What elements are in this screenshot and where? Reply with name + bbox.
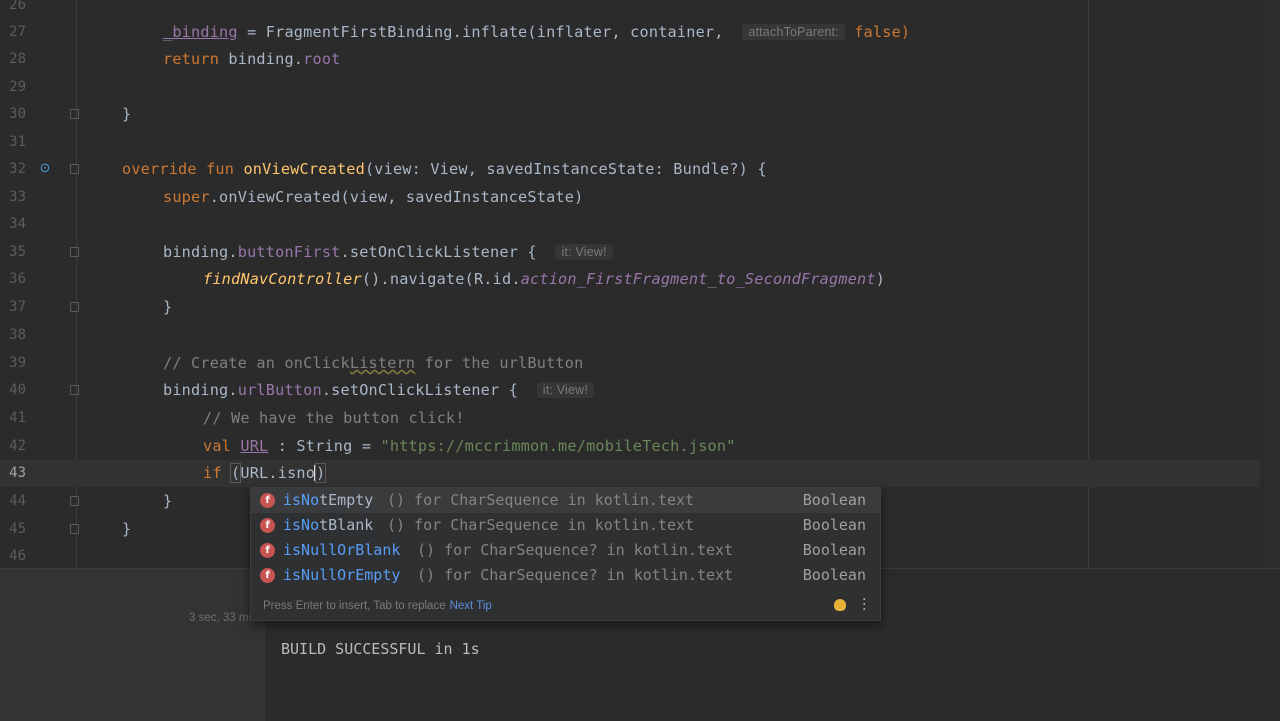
code-line[interactable]: 32 ⊙ override fun onViewCreated(view: Vi… [0, 156, 1260, 183]
code-line[interactable]: 39 // Create an onClickListern for the u… [0, 350, 1260, 377]
build-duration: 3 sec, 33 ms [189, 612, 255, 624]
code-line[interactable]: 29 [0, 74, 1260, 101]
fold-marker[interactable] [70, 385, 79, 395]
code-line[interactable]: 38 [0, 322, 1260, 349]
completion-type: Boolean [802, 541, 866, 559]
code-line[interactable]: 31 [0, 129, 1260, 156]
completion-item-isnullorempty[interactable]: f isNullOrEmpty () for CharSequence? in … [251, 563, 880, 588]
build-status-text: BUILD SUCCESSFUL in 1s [281, 640, 480, 658]
code-line[interactable]: 33 super.onViewCreated(view, savedInstan… [0, 184, 1260, 211]
override-method-icon[interactable]: ⊙ [38, 162, 52, 176]
completion-signature: () for CharSequence? in kotlin.text [417, 566, 734, 584]
function-icon: f [260, 493, 275, 508]
code-line[interactable]: 41 // We have the button click! [0, 405, 1260, 432]
fold-marker[interactable] [70, 164, 79, 174]
completion-signature: () for CharSequence in kotlin.text [387, 491, 695, 509]
completion-signature: () for CharSequence in kotlin.text [387, 516, 695, 534]
line-number: 42 [9, 438, 26, 454]
code-text[interactable]: super.onViewCreated(view, savedInstanceS… [163, 188, 583, 206]
code-comment[interactable]: // We have the button click! [203, 409, 465, 427]
next-tip-link[interactable]: Next Tip [450, 600, 492, 612]
code-text[interactable]: } [122, 520, 131, 538]
line-number: 29 [9, 79, 26, 95]
code-line[interactable]: 34 [0, 211, 1260, 238]
line-number: 37 [9, 299, 26, 315]
code-line[interactable]: 36 findNavController().navigate(R.id.act… [0, 266, 1260, 293]
code-text[interactable]: } [122, 105, 131, 123]
code-text[interactable]: _binding = FragmentFirstBinding.inflate(… [163, 23, 910, 41]
line-number: 41 [9, 410, 26, 426]
code-completion-popup[interactable]: f isNotEmpty () for CharSequence in kotl… [250, 487, 881, 621]
code-line[interactable]: 37 } [0, 294, 1260, 321]
fold-marker[interactable] [70, 496, 79, 506]
completion-hint-text: Press Enter to insert, Tab to replace [263, 600, 446, 612]
build-tree-panel[interactable]: 3 sec, 33 ms [0, 569, 265, 721]
completion-item-isnullorblank[interactable]: f isNullOrBlank () for CharSequence? in … [251, 538, 880, 563]
completion-signature: () for CharSequence? in kotlin.text [417, 541, 734, 559]
function-icon: f [260, 518, 275, 533]
code-text[interactable]: override fun onViewCreated(view: View, s… [122, 160, 767, 178]
line-number: 26 [9, 0, 26, 13]
line-number: 38 [9, 327, 26, 343]
completion-item-isnotempty[interactable]: f isNotEmpty () for CharSequence in kotl… [251, 488, 880, 513]
code-text[interactable]: findNavController().navigate(R.id.action… [203, 270, 885, 288]
code-line[interactable]: 27 _binding = FragmentFirstBinding.infla… [0, 19, 1260, 46]
code-text[interactable]: } [163, 492, 172, 510]
line-number: 34 [9, 216, 26, 232]
line-number: 35 [9, 244, 26, 260]
line-number: 43 [9, 465, 26, 481]
fold-marker[interactable] [70, 302, 79, 312]
lambda-hint: it: View! [536, 382, 595, 398]
line-number: 40 [9, 382, 26, 398]
code-line[interactable]: 35 binding.buttonFirst.setOnClickListene… [0, 239, 1260, 266]
code-comment[interactable]: // Create an onClickListern for the urlB… [163, 354, 583, 372]
code-text[interactable]: binding.buttonFirst.setOnClickListener {… [163, 243, 613, 261]
code-text[interactable]: } [163, 298, 172, 316]
completion-type: Boolean [802, 491, 866, 509]
lightbulb-icon[interactable] [834, 599, 846, 611]
parameter-hint: attachToParent: [742, 24, 845, 40]
code-text[interactable]: val URL : String = "https://mccrimmon.me… [203, 437, 736, 455]
completion-footer: Press Enter to insert, Tab to replace Nex… [251, 592, 880, 620]
code-text[interactable]: if (URL.isno) [203, 463, 327, 483]
line-number: 27 [9, 24, 26, 40]
line-number: 33 [9, 189, 26, 205]
line-number: 36 [9, 271, 26, 287]
line-number: 32 [9, 161, 26, 177]
completion-item-isnotblank[interactable]: f isNotBlank () for CharSequence in kotl… [251, 513, 880, 538]
line-number: 31 [9, 134, 26, 150]
line-number: 28 [9, 51, 26, 67]
function-icon: f [260, 543, 275, 558]
code-line[interactable]: 30 } [0, 101, 1260, 128]
fold-marker[interactable] [70, 524, 79, 534]
more-options-icon[interactable]: · · · [862, 593, 866, 617]
line-number: 30 [9, 106, 26, 122]
fold-marker[interactable] [70, 109, 79, 119]
code-line[interactable]: 40 binding.urlButton.setOnClickListener … [0, 377, 1260, 404]
editor-scrollbar[interactable] [1264, 0, 1280, 568]
code-editor[interactable]: 26 27 _binding = FragmentFirstBinding.in… [0, 0, 1280, 568]
code-line[interactable]: 26 [0, 0, 1260, 19]
code-line[interactable]: 42 val URL : String = "https://mccrimmon… [0, 433, 1260, 460]
fold-marker[interactable] [70, 247, 79, 257]
lambda-hint: it: View! [555, 244, 613, 260]
code-text[interactable]: binding.urlButton.setOnClickListener { i… [163, 381, 595, 399]
completion-type: Boolean [802, 566, 866, 584]
line-number: 46 [9, 548, 26, 564]
line-number: 44 [9, 493, 26, 509]
code-text[interactable]: return binding.root [163, 50, 341, 68]
line-number: 45 [9, 521, 26, 537]
code-line[interactable]: 28 return binding.root [0, 46, 1260, 73]
completion-type: Boolean [802, 516, 866, 534]
code-line-current[interactable]: 43 if (URL.isno) [0, 460, 1260, 487]
line-number: 39 [9, 355, 26, 371]
function-icon: f [260, 568, 275, 583]
